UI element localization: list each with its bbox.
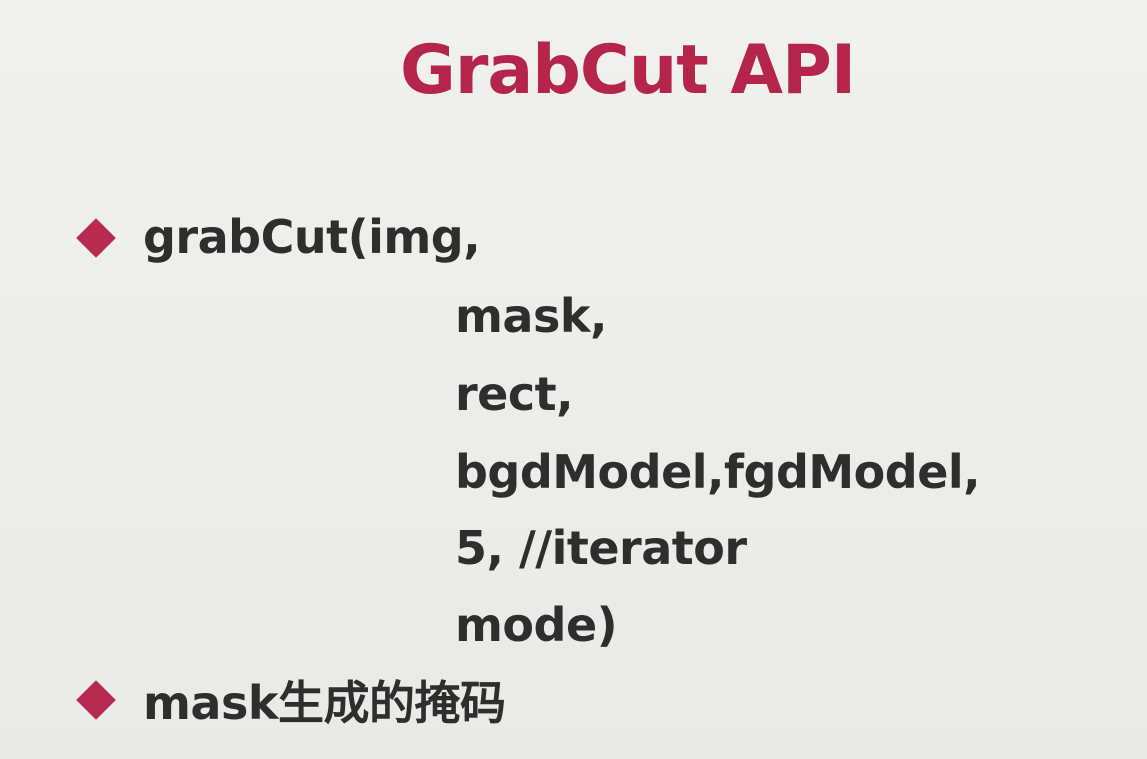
- diamond-bullet-icon: [76, 680, 116, 720]
- mask-description: mask生成的掩码: [143, 676, 506, 730]
- slide-title: GrabCut API: [400, 31, 856, 110]
- param-mask: mask,: [455, 289, 607, 343]
- param-mode: mode): [455, 598, 618, 652]
- function-signature: grabCut(img,: [143, 210, 481, 264]
- slide: GrabCut API grabCut(img, mask, rect, bgd…: [0, 0, 1147, 759]
- diamond-bullet-icon: [76, 218, 116, 258]
- param-models: bgdModel,fgdModel,: [455, 445, 981, 499]
- param-rect: rect,: [455, 367, 574, 421]
- param-iterations: 5, //iterator: [455, 521, 747, 575]
